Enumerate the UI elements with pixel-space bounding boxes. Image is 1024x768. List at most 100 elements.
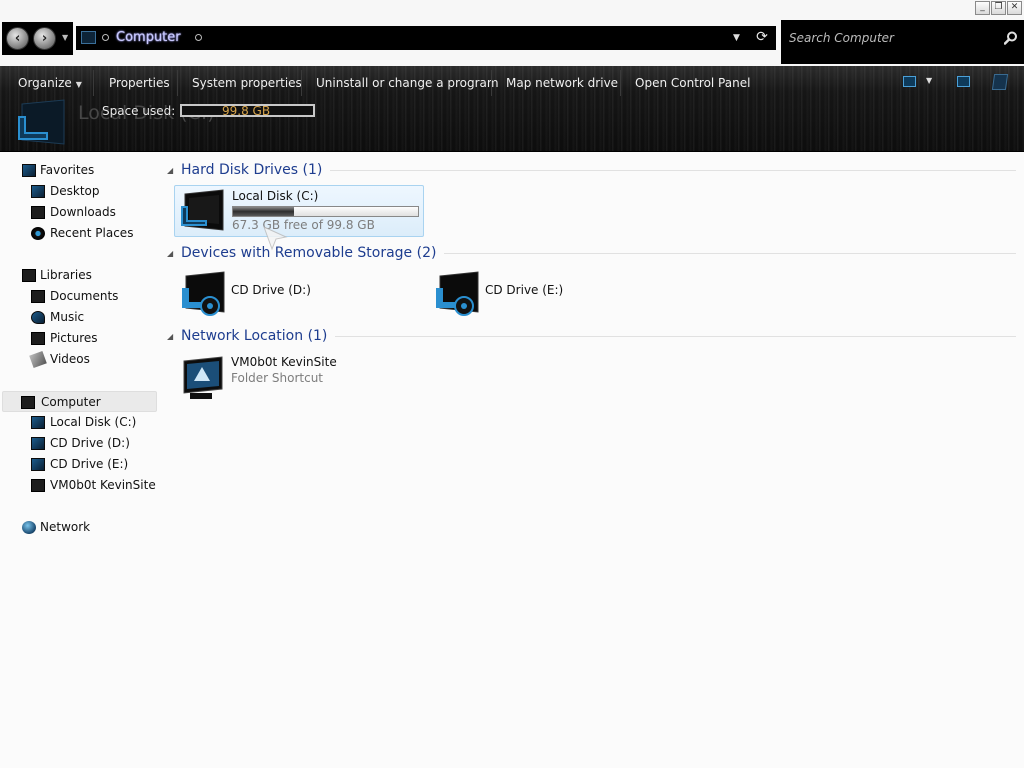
properties-button[interactable]: Properties bbox=[109, 74, 170, 92]
system-properties-button[interactable]: System properties bbox=[192, 74, 302, 92]
network-folder-icon bbox=[183, 356, 223, 399]
group-title: Hard Disk Drives (1) bbox=[181, 162, 323, 178]
nav-item-documents[interactable]: Documents bbox=[30, 286, 156, 307]
nav-item-recent-places[interactable]: Recent Places bbox=[30, 223, 156, 244]
nav-label: Network bbox=[40, 520, 91, 534]
nav-item-desktop[interactable]: Desktop bbox=[30, 181, 156, 202]
total-size-value: 99.8 GB bbox=[222, 104, 271, 118]
close-button[interactable]: ✕ bbox=[1007, 1, 1022, 15]
address-bar[interactable]: Computer ▼ ⟳ bbox=[76, 26, 776, 50]
nav-item-downloads[interactable]: Downloads bbox=[30, 202, 156, 223]
nav-label: Desktop bbox=[50, 184, 100, 198]
nav-label: Pictures bbox=[50, 331, 98, 345]
search-icon[interactable] bbox=[1004, 31, 1018, 45]
back-button[interactable]: ‹ bbox=[6, 27, 29, 50]
hard-drive-icon bbox=[181, 189, 224, 231]
nav-item-cd-drive-e[interactable]: CD Drive (E:) bbox=[30, 454, 156, 475]
drive-tile-local-disk-c[interactable]: Local Disk (C:) 67.3 GB free of 99.8 GB bbox=[174, 185, 424, 237]
nav-label: Music bbox=[50, 310, 85, 324]
search-box bbox=[781, 20, 1024, 64]
pictures-icon bbox=[31, 332, 45, 345]
collapse-arrow-icon[interactable]: ◢ bbox=[167, 249, 174, 258]
group-divider bbox=[335, 335, 1016, 337]
drive-tile-cd-drive-d[interactable]: CD Drive (D:) bbox=[174, 267, 424, 319]
forward-button[interactable]: › bbox=[33, 27, 56, 50]
nav-item-videos[interactable]: Videos bbox=[29, 349, 156, 370]
breadcrumb-separator-icon[interactable] bbox=[195, 34, 202, 41]
collapse-arrow-icon[interactable]: ◢ bbox=[167, 332, 174, 341]
toolbar-divider bbox=[491, 70, 492, 96]
search-input[interactable] bbox=[781, 28, 1001, 48]
computer-icon bbox=[81, 31, 96, 44]
nav-item-local-disk-c[interactable]: Local Disk (C:) bbox=[30, 412, 156, 433]
nav-item-music[interactable]: Music bbox=[30, 307, 156, 328]
minimize-button[interactable]: _ bbox=[975, 1, 990, 15]
cd-drive-icon bbox=[182, 271, 225, 316]
change-view-icon[interactable] bbox=[903, 76, 916, 87]
toolbar-divider bbox=[301, 70, 302, 96]
preview-pane-icon[interactable] bbox=[957, 76, 970, 87]
open-control-panel-button[interactable]: Open Control Panel bbox=[635, 74, 750, 92]
nav-libraries[interactable]: Libraries bbox=[20, 265, 156, 286]
command-bar: Organize ▼ Properties System properties U… bbox=[0, 66, 1024, 152]
group-header-hard-disk-drives[interactable]: ◢ Hard Disk Drives (1) bbox=[167, 160, 1016, 180]
nav-item-pictures[interactable]: Pictures bbox=[30, 328, 156, 349]
desktop-icon bbox=[31, 185, 45, 198]
refresh-icon[interactable]: ⟳ bbox=[753, 29, 771, 46]
title-bar: _ ❐ ✕ ‹ › ▼ Computer ▼ ⟳ bbox=[0, 0, 1024, 66]
organize-menu[interactable]: Organize ▼ bbox=[18, 74, 82, 92]
network-globe-icon bbox=[22, 521, 36, 534]
cd-drive-icon bbox=[31, 458, 45, 471]
toolbar-divider bbox=[620, 70, 621, 96]
nav-computer[interactable]: Computer bbox=[2, 391, 157, 412]
network-folder-icon bbox=[31, 479, 45, 492]
help-icon[interactable] bbox=[991, 74, 1009, 90]
network-location-vm0b0t-kevinsite[interactable]: VM0b0t KevinSite Folder Shortcut bbox=[174, 352, 424, 404]
drive-name: Local Disk (C:) bbox=[232, 189, 319, 203]
downloads-icon bbox=[31, 206, 45, 219]
nav-label: Computer bbox=[41, 395, 101, 409]
drive-tile-cd-drive-e[interactable]: CD Drive (E:) bbox=[428, 267, 678, 319]
space-used-label: Space used: bbox=[102, 104, 176, 118]
chevron-down-icon: ▼ bbox=[75, 80, 82, 89]
group-header-removable-storage[interactable]: ◢ Devices with Removable Storage (2) bbox=[167, 243, 1016, 263]
nav-label: Libraries bbox=[40, 268, 92, 282]
capacity-fill bbox=[233, 207, 295, 216]
nav-favorites[interactable]: Favorites bbox=[20, 160, 156, 181]
address-dropdown-chevron-down-icon[interactable]: ▼ bbox=[733, 33, 740, 43]
maximize-button[interactable]: ❐ bbox=[991, 1, 1006, 15]
nav-item-cd-drive-d[interactable]: CD Drive (D:) bbox=[30, 433, 156, 454]
nav-label: Recent Places bbox=[50, 226, 134, 240]
view-options-chevron-down-icon[interactable]: ▼ bbox=[926, 76, 932, 85]
nav-label: CD Drive (D:) bbox=[50, 436, 130, 450]
breadcrumb-computer[interactable]: Computer bbox=[116, 30, 181, 45]
mouse-cursor-icon bbox=[263, 226, 288, 251]
cd-drive-icon bbox=[31, 437, 45, 450]
nav-network[interactable]: Network bbox=[20, 517, 156, 538]
drive-free-space: 67.3 GB free of 99.8 GB bbox=[232, 218, 375, 232]
capacity-bar bbox=[232, 206, 419, 217]
nav-item-vm0b0t-kevinsite[interactable]: VM0b0t KevinSite bbox=[30, 475, 156, 496]
recent-pages-chevron-down-icon[interactable]: ▼ bbox=[62, 33, 68, 42]
uninstall-program-button[interactable]: Uninstall or change a program bbox=[316, 74, 499, 92]
network-location-type: Folder Shortcut bbox=[231, 371, 324, 385]
collapse-arrow-icon[interactable]: ◢ bbox=[167, 166, 174, 175]
group-title: Devices with Removable Storage (2) bbox=[181, 245, 437, 261]
documents-icon bbox=[31, 290, 45, 303]
breadcrumb-separator-icon[interactable] bbox=[102, 34, 109, 41]
navigation-pane: Favorites Desktop Downloads Recent Place… bbox=[0, 152, 160, 768]
cd-drive-icon bbox=[436, 271, 479, 316]
group-header-network-location[interactable]: ◢ Network Location (1) bbox=[167, 326, 1016, 346]
nav-label: Favorites bbox=[40, 163, 95, 177]
recent-places-icon bbox=[31, 227, 45, 240]
computer-icon bbox=[21, 396, 35, 409]
map-network-drive-button[interactable]: Map network drive bbox=[506, 74, 618, 92]
network-location-name: VM0b0t KevinSite bbox=[231, 355, 337, 369]
nav-label: Local Disk (C:) bbox=[50, 415, 137, 429]
navigation-buttons: ‹ › ▼ bbox=[2, 22, 73, 55]
group-divider bbox=[444, 252, 1016, 254]
nav-label: Documents bbox=[50, 289, 119, 303]
libraries-icon bbox=[22, 269, 36, 282]
caption-buttons: _ ❐ ✕ bbox=[975, 1, 1022, 15]
star-icon bbox=[22, 164, 36, 177]
